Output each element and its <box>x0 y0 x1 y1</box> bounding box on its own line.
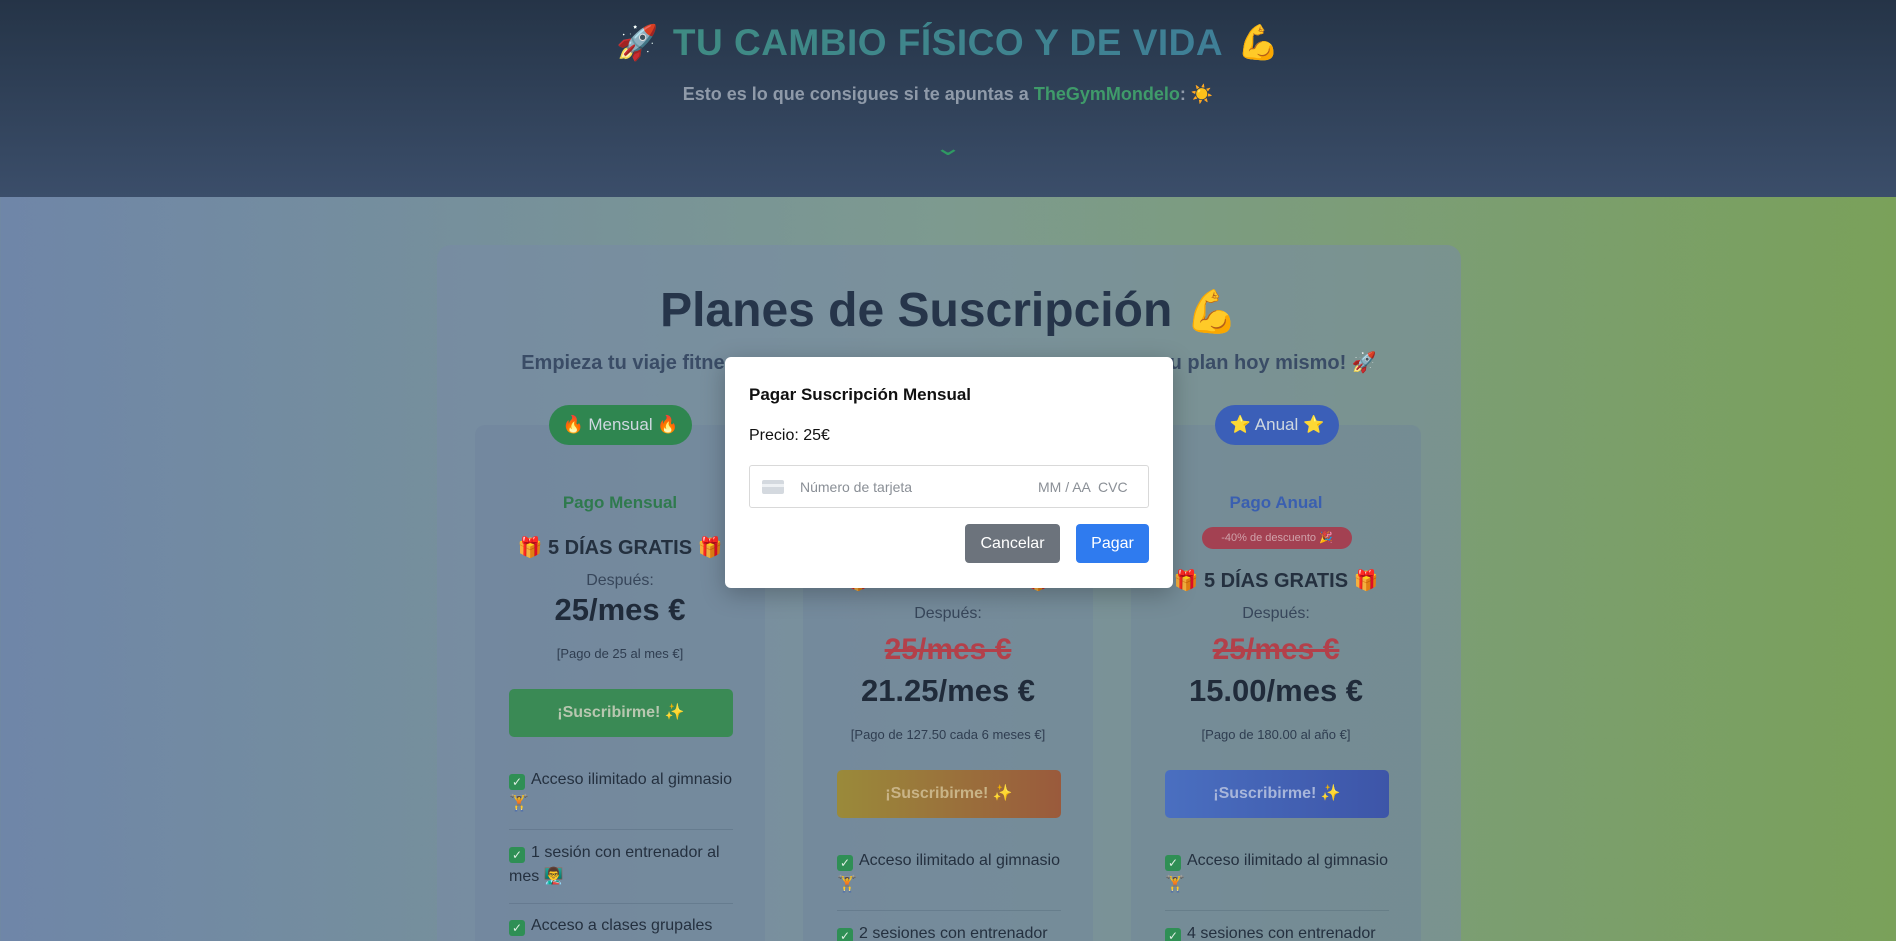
credit-card-icon <box>762 480 784 494</box>
card-expiry-field[interactable]: MM / AA <box>1038 479 1091 495</box>
cancel-button[interactable]: Cancelar <box>965 524 1060 563</box>
modal-price: Precio: 25€ <box>749 427 830 444</box>
pay-button[interactable]: Pagar <box>1076 524 1149 563</box>
card-cvc-field[interactable]: CVC <box>1098 479 1128 495</box>
card-input[interactable]: Número de tarjeta MM / AA CVC <box>749 465 1149 508</box>
payment-modal: Pagar Suscripción Mensual Precio: 25€ Nú… <box>725 357 1173 588</box>
card-number-field[interactable]: Número de tarjeta <box>800 479 912 495</box>
modal-title: Pagar Suscripción Mensual <box>749 385 972 404</box>
